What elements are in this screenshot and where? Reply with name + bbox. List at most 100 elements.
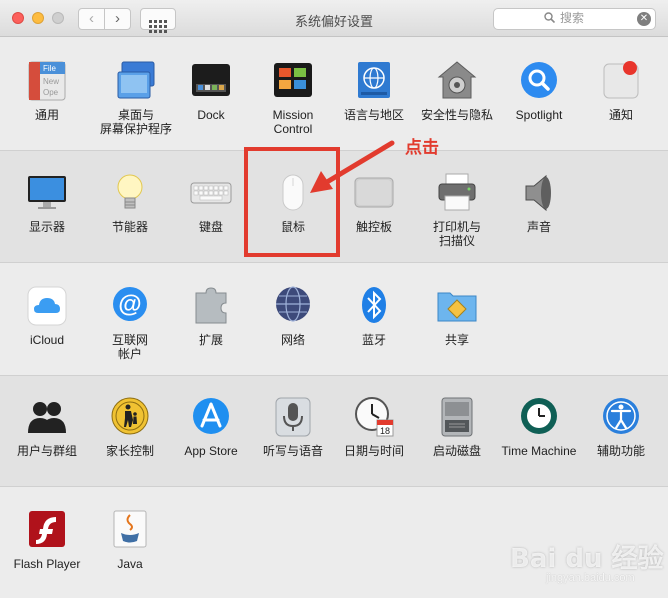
pane-users-groups-label: 用户与群组: [16, 444, 77, 458]
pane-printers-scanners[interactable]: 打印机与 扫描仪: [417, 172, 497, 248]
pane-extensions[interactable]: 扩展: [171, 285, 251, 347]
pane-java-label: Java: [117, 557, 143, 571]
sharing-icon: [436, 285, 478, 327]
pane-extensions-label: 扩展: [198, 333, 223, 347]
search-input[interactable]: [560, 11, 630, 25]
search-field[interactable]: ✕: [493, 8, 656, 30]
svg-text:File: File: [43, 64, 56, 73]
pane-notifications[interactable]: 通知: [581, 60, 661, 122]
pane-dock-label: Dock: [197, 108, 225, 122]
pane-flash-player[interactable]: Flash Player: [7, 509, 87, 571]
pane-dictation-speech[interactable]: 听写与语音: [253, 396, 333, 458]
notifications-icon: [600, 60, 642, 102]
app-store-icon: [190, 396, 232, 438]
pane-trackpad-label: 触控板: [355, 220, 392, 234]
keyboard-icon: [190, 172, 232, 214]
svg-text:New: New: [43, 77, 59, 86]
pane-desktop-screensaver[interactable]: 桌面与 屏幕保护程序: [96, 60, 176, 136]
pane-language-region-label: 语言与地区: [343, 108, 404, 122]
security-privacy-icon: [436, 60, 478, 102]
mission-control-icon: [272, 60, 314, 102]
startup-disk-icon: [436, 396, 478, 438]
pane-mission-control[interactable]: Mission Control: [253, 60, 333, 136]
icloud-icon: [26, 285, 68, 327]
clear-search-icon[interactable]: ✕: [637, 12, 651, 26]
pane-app-store[interactable]: App Store: [171, 396, 251, 458]
parental-controls-icon: [109, 396, 151, 438]
pane-keyboard-label: 键盘: [198, 220, 223, 234]
extensions-icon: [190, 285, 232, 327]
network-icon: [272, 285, 314, 327]
pane-general[interactable]: File New Ope 通用: [7, 60, 87, 122]
printers-scanners-icon: [436, 172, 478, 214]
pane-accessibility-label: 辅助功能: [596, 444, 645, 458]
displays-icon: [26, 172, 68, 214]
pane-bluetooth-label: 蓝牙: [361, 333, 386, 347]
accessibility-icon: [600, 396, 642, 438]
bluetooth-icon: [353, 285, 395, 327]
pane-sharing[interactable]: 共享: [417, 285, 497, 347]
pane-users-groups[interactable]: 用户与群组: [7, 396, 87, 458]
pane-icloud[interactable]: iCloud: [7, 285, 87, 347]
sound-icon: [518, 172, 560, 214]
pane-date-time[interactable]: 18 日期与时间: [334, 396, 414, 458]
pane-spotlight[interactable]: Spotlight: [499, 60, 579, 122]
annotation-arrow-icon: [310, 140, 395, 193]
pane-energy-saver-label: 节能器: [111, 220, 148, 234]
time-machine-icon: [518, 396, 560, 438]
pane-bluetooth[interactable]: 蓝牙: [334, 285, 414, 347]
watermark-logo: Bai du 经验: [510, 544, 664, 574]
flash-player-icon: [26, 509, 68, 551]
pane-date-time-label: 日期与时间: [343, 444, 404, 458]
pane-keyboard[interactable]: 键盘: [171, 172, 251, 234]
pane-dock[interactable]: Dock: [171, 60, 251, 122]
pane-general-label: 通用: [34, 108, 59, 122]
pane-mission-control-label: Mission Control: [272, 108, 314, 136]
pane-java[interactable]: Java: [90, 509, 170, 571]
language-region-icon: [353, 60, 395, 102]
pane-startup-disk-label: 启动磁盘: [432, 444, 481, 458]
pane-app-store-label: App Store: [184, 444, 238, 458]
pane-security-privacy[interactable]: 安全性与隐私: [417, 60, 497, 122]
pane-time-machine[interactable]: Time Machine: [499, 396, 579, 458]
pane-displays-label: 显示器: [28, 220, 65, 234]
pane-network-label: 网络: [280, 333, 305, 347]
spotlight-icon: [518, 60, 560, 102]
pane-energy-saver[interactable]: 节能器: [90, 172, 170, 234]
pane-time-machine-label: Time Machine: [501, 444, 577, 458]
general-icon: File New Ope: [26, 60, 68, 102]
pane-printers-scanners-label: 打印机与 扫描仪: [432, 220, 481, 248]
pane-internet-accounts-label: 互联网 帐户: [111, 333, 148, 361]
svg-text:Ope: Ope: [43, 88, 59, 97]
pane-parental-controls-label: 家长控制: [105, 444, 154, 458]
pane-icloud-label: iCloud: [29, 333, 65, 347]
pane-language-region[interactable]: 语言与地区: [334, 60, 414, 122]
pane-internet-accounts[interactable]: @ 互联网 帐户: [90, 285, 170, 361]
pane-spotlight-label: Spotlight: [515, 108, 563, 122]
java-icon: [109, 509, 151, 551]
pane-displays[interactable]: 显示器: [7, 172, 87, 234]
dictation-speech-icon: [272, 396, 314, 438]
svg-text:@: @: [118, 291, 141, 318]
pane-sound[interactable]: 声音: [499, 172, 579, 234]
dock-icon: [190, 60, 232, 102]
annotation-label: 点击: [405, 138, 439, 157]
pane-sharing-label: 共享: [444, 333, 469, 347]
pane-dictation-speech-label: 听写与语音: [262, 444, 323, 458]
date-time-icon: 18: [353, 396, 395, 438]
title-bar: ‹ › 系统偏好设置 ✕: [0, 0, 668, 37]
pane-network[interactable]: 网络: [253, 285, 333, 347]
pane-startup-disk[interactable]: 启动磁盘: [417, 396, 497, 458]
internet-accounts-icon: @: [109, 285, 151, 327]
pane-notifications-label: 通知: [608, 108, 633, 122]
pane-accessibility[interactable]: 辅助功能: [581, 396, 661, 458]
pane-parental-controls[interactable]: 家长控制: [90, 396, 170, 458]
desktop-screensaver-icon: [115, 60, 157, 102]
watermark-url: jingyan.baidu.com: [546, 572, 635, 584]
magnifier-icon: [544, 12, 556, 26]
pane-security-privacy-label: 安全性与隐私: [420, 108, 493, 122]
pane-flash-player-label: Flash Player: [13, 557, 81, 571]
pane-sound-label: 声音: [526, 220, 551, 234]
energy-saver-icon: [109, 172, 151, 214]
users-groups-icon: [26, 396, 68, 438]
